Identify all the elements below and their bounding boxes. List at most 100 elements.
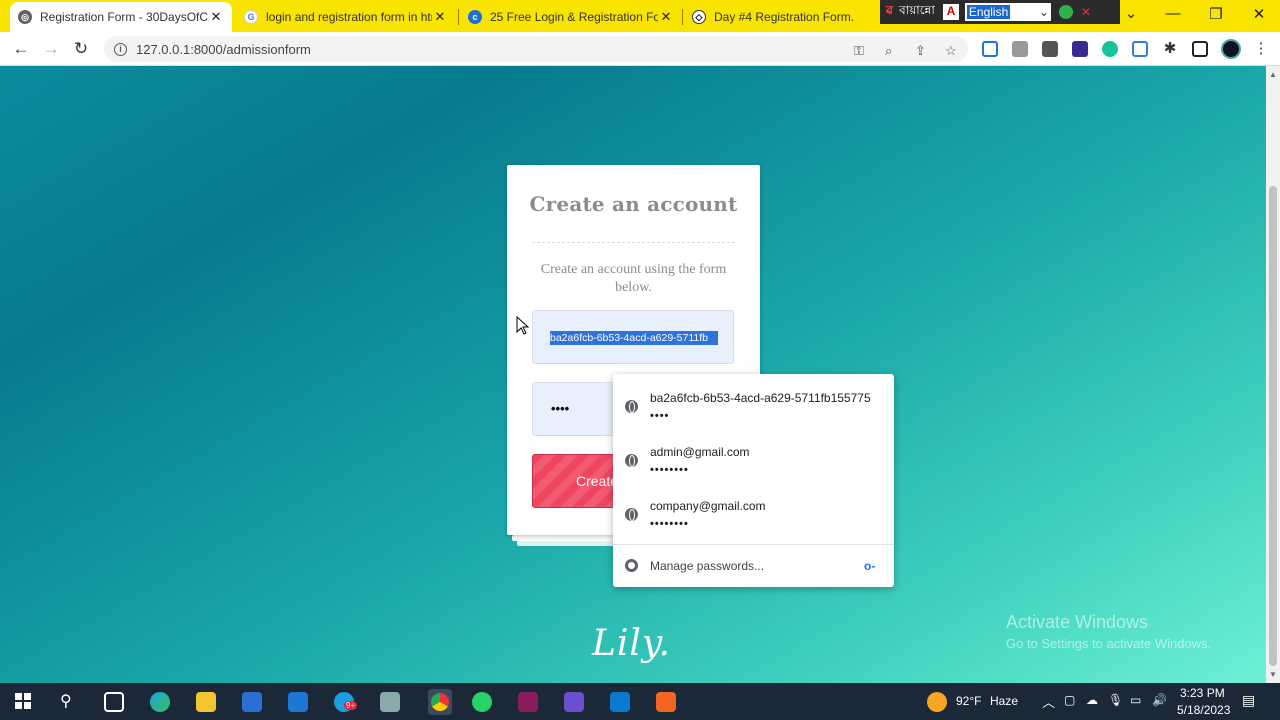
tray-app-icon[interactable]: ▢: [1064, 693, 1075, 707]
camera-icon[interactable]: [1012, 41, 1028, 57]
activation-subtitle: Go to Settings to activate Windows.: [1006, 636, 1212, 651]
autofill-suggestion[interactable]: ba2a6fcb-6b53-4acd-a629-5711fb155775 •••…: [613, 384, 894, 436]
app-icon[interactable]: [564, 692, 584, 712]
xampp-icon[interactable]: [656, 692, 676, 712]
password-value: ••••: [551, 401, 570, 416]
forward-icon[interactable]: →: [40, 38, 62, 60]
restore-icon[interactable]: ❐: [1206, 5, 1226, 23]
tab-login-registration[interactable]: G login and registration form in html ✕: [236, 2, 456, 32]
chevron-up-icon[interactable]: ︿: [1042, 692, 1055, 711]
suggestion-password: ••••: [650, 410, 670, 422]
profile-avatar[interactable]: [1221, 39, 1241, 59]
zoom-icon[interactable]: ⌕: [885, 43, 892, 59]
edge-icon[interactable]: [150, 692, 170, 712]
extension-fi-icon[interactable]: [1132, 41, 1148, 57]
grammarly-icon[interactable]: [1102, 41, 1118, 57]
page-scrollbar[interactable]: ▲ ▼: [1266, 66, 1280, 683]
ime-logo-icon: ৱ: [886, 3, 894, 17]
network-icon[interactable]: ▭: [1130, 693, 1141, 707]
activation-watermark: Activate Windows Go to Settings to activ…: [1006, 612, 1211, 651]
volume-icon[interactable]: 🔊: [1152, 693, 1167, 707]
suggestion-password: ••••••••: [650, 464, 689, 476]
tab-title: Registration Form - 30DaysOfCSS: [40, 10, 208, 24]
task-view-icon[interactable]: [104, 692, 124, 712]
language-value: English: [966, 5, 1011, 19]
google-icon: G: [244, 10, 258, 24]
language-select[interactable]: English ⌄: [964, 3, 1051, 21]
microphone-icon[interactable]: 🎙: [1108, 693, 1123, 707]
suggestion-user: company@gmail.com: [650, 499, 766, 513]
tab-free-login-forms[interactable]: c 25 Free Login & Registration Forms ✕: [460, 2, 682, 32]
chrome-taskbar-icon[interactable]: [428, 689, 452, 715]
tab-separator: [458, 9, 459, 25]
extension-mortarboard-icon[interactable]: [1072, 41, 1088, 57]
side-panel-icon[interactable]: [1192, 41, 1208, 57]
mail-icon[interactable]: [288, 692, 308, 712]
menu-kebab-icon[interactable]: ⋮: [1250, 38, 1272, 60]
puzzle-icon[interactable]: ✱: [1159, 38, 1181, 60]
tab-registration-form[interactable]: ◎ Registration Form - 30DaysOfCSS ✕: [10, 2, 232, 32]
tools-icon[interactable]: ✕: [1081, 5, 1091, 19]
scroll-up-icon[interactable]: ▲: [1269, 70, 1277, 79]
page-title: Create an account: [529, 192, 738, 216]
winrar-icon[interactable]: [518, 692, 538, 712]
weather-temp[interactable]: 92°F: [956, 694, 981, 708]
info-icon[interactable]: i: [114, 42, 127, 56]
autofill-suggestion[interactable]: admin@gmail.com ••••••••: [613, 438, 894, 490]
manage-passwords-item[interactable]: Manage passwords... o‑: [613, 545, 894, 587]
file-explorer-icon[interactable]: [196, 692, 216, 712]
windows-taskbar: ⚲ 9+ 92°F Haze ︿ ▢ ☁ 🎙 ▭ 🔊 3:23 PM 5/18/…: [0, 683, 1280, 720]
mouse-pointer-icon: [516, 316, 530, 335]
weather-icon[interactable]: [927, 692, 947, 712]
username-value: ba2a6fcb-6b53-4acd-a629-5711fb: [550, 331, 718, 345]
adobe-icon[interactable]: A: [942, 4, 959, 20]
site-icon: c: [468, 10, 482, 24]
vscode-icon[interactable]: [610, 692, 630, 712]
brand-logo: Lily.: [592, 623, 671, 664]
tab-search-icon[interactable]: ⌄: [1121, 4, 1141, 22]
weather-desc[interactable]: Haze: [990, 694, 1018, 708]
globe-icon: [625, 454, 638, 467]
close-icon[interactable]: ✕: [432, 9, 448, 25]
page-viewport: Create an account Create an account usin…: [0, 66, 1266, 683]
bookmark-star-icon[interactable]: ☆: [945, 43, 957, 59]
autofill-suggestion[interactable]: company@gmail.com ••••••••: [613, 492, 894, 544]
back-icon[interactable]: ←: [10, 38, 32, 60]
close-icon[interactable]: ✕: [208, 9, 224, 25]
extension-screencast-icon[interactable]: [982, 41, 998, 57]
green-ball-icon[interactable]: [1058, 5, 1073, 19]
skype-icon[interactable]: 9+: [334, 692, 358, 712]
browser-toolbar: ← → ↻ i 127.0.0.1:8000/admissionform ⚿ ⌕…: [0, 32, 1280, 66]
paint-icon[interactable]: [380, 692, 400, 712]
minimize-icon[interactable]: —: [1163, 5, 1183, 22]
create-button-label: Create: [576, 473, 619, 489]
tab-title: Day #4 Registration Form.: [714, 10, 855, 24]
scrollbar-thumb[interactable]: [1269, 186, 1277, 666]
notifications-icon[interactable]: ▤: [1242, 692, 1255, 709]
extension-tool-icon[interactable]: [1042, 41, 1058, 57]
username-field[interactable]: ba2a6fcb-6b53-4acd-a629-5711fb: [532, 310, 734, 364]
share-icon[interactable]: ⇪: [915, 43, 926, 59]
address-bar[interactable]: i 127.0.0.1:8000/admissionform ⚿ ⌕ ⇪ ☆: [104, 36, 968, 62]
onedrive-icon[interactable]: ☁: [1086, 693, 1098, 707]
ime-toolbar: ৱ বায়ান্নো A English ⌄ ✕: [880, 0, 1120, 24]
store-icon[interactable]: [242, 692, 262, 712]
clock-date[interactable]: 5/18/2023: [1177, 703, 1230, 717]
notification-badge: 9+: [344, 701, 358, 710]
divider: [532, 242, 735, 243]
clock-time[interactable]: 3:23 PM: [1180, 686, 1225, 700]
codepen-icon: ◇: [692, 10, 706, 24]
key-icon[interactable]: ⚿: [854, 43, 864, 59]
tab-day4-registration[interactable]: ◇ Day #4 Registration Form.: [684, 2, 874, 32]
windows-start-icon[interactable]: [14, 692, 34, 712]
scroll-down-icon[interactable]: ▼: [1269, 670, 1277, 679]
window-close-icon[interactable]: ✕: [1249, 5, 1269, 23]
whatsapp-icon[interactable]: [472, 692, 492, 712]
chrome-icon: [625, 559, 638, 572]
password-autofill-dropdown: ba2a6fcb-6b53-4acd-a629-5711fb155775 •••…: [613, 374, 894, 587]
close-icon[interactable]: ✕: [658, 9, 674, 25]
browser-tab-strip: ◎ Registration Form - 30DaysOfCSS ✕ G lo…: [0, 0, 1280, 32]
reload-icon[interactable]: ↻: [70, 38, 92, 60]
url-text: 127.0.0.1:8000/admissionform: [136, 41, 311, 57]
search-icon[interactable]: ⚲: [60, 691, 80, 711]
